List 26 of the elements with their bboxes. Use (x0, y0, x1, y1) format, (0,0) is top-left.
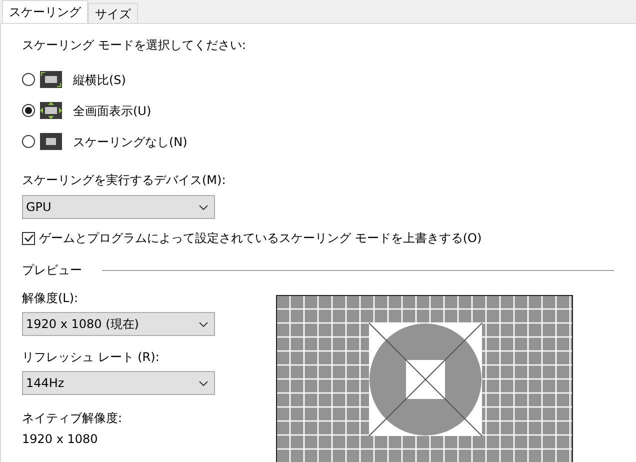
checkbox[interactable] (22, 232, 35, 244)
full-screen-icon (40, 102, 62, 119)
resolution-label: 解像度(L): (22, 290, 78, 307)
chevron-down-icon (199, 380, 208, 386)
radio-button[interactable] (22, 104, 35, 117)
radio-label: 全画面表示(U) (73, 102, 152, 120)
radio-button[interactable] (22, 73, 35, 86)
device-dropdown[interactable]: GPU (22, 195, 215, 219)
native-resolution-value: 1920 x 1080 (22, 431, 98, 448)
chevron-down-icon (199, 204, 208, 210)
checkbox-label: ゲームとプログラムによって設定されているスケーリング モードを上書きする(O) (39, 230, 482, 247)
chevron-down-icon (199, 322, 208, 326)
resolution-dropdown[interactable]: 1920 x 1080 (現在) (22, 312, 215, 336)
section-title: プレビュー (22, 262, 82, 279)
radio-label: 縦横比(S) (73, 72, 126, 88)
aspect-ratio-icon (40, 71, 62, 88)
native-resolution-label: ネイティブ解像度: (22, 410, 122, 427)
radio-button[interactable] (22, 135, 35, 148)
mode-prompt: スケーリング モードを選択してください: (22, 37, 246, 54)
refresh-rate-dropdown[interactable]: 144Hz (22, 371, 215, 395)
radio-label: スケーリングなし(N) (73, 134, 188, 150)
device-label: スケーリングを実行するデバイス(M): (22, 172, 226, 189)
tab[interactable]: スケーリング (2, 0, 88, 23)
tab[interactable]: サイズ (88, 3, 138, 23)
no-scaling-icon (40, 133, 62, 150)
refresh-rate-label: リフレッシュ レート (R): (22, 349, 160, 366)
